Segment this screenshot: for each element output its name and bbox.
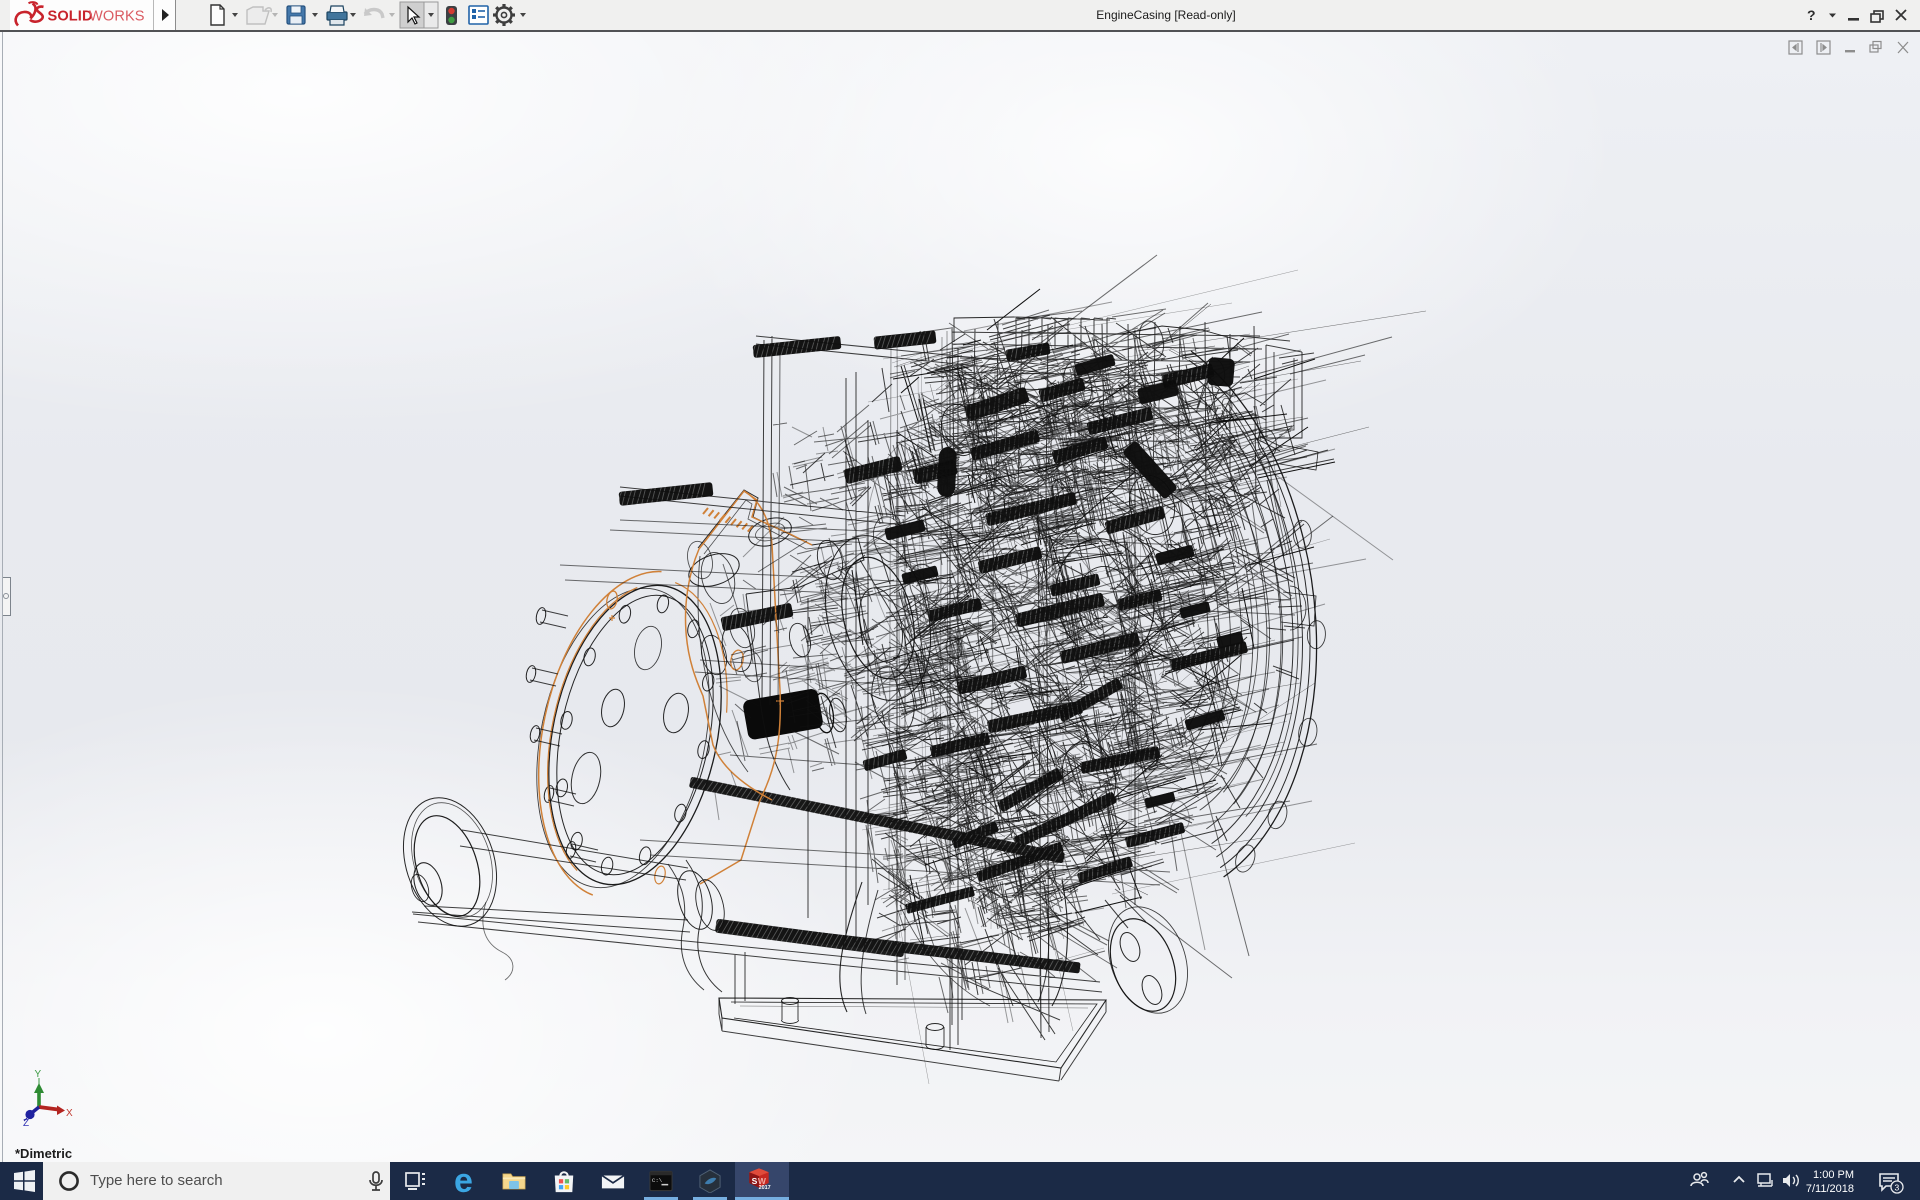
svg-text:2017: 2017 — [759, 1185, 771, 1190]
svg-text:SOLID: SOLID — [48, 9, 93, 25]
svg-text:S: S — [752, 1176, 758, 1186]
svg-text:3: 3 — [1895, 1183, 1900, 1193]
svg-text:C:\: C:\ — [652, 1177, 663, 1184]
svg-text:WORKS: WORKS — [89, 9, 145, 25]
svg-text:?: ? — [1807, 7, 1816, 23]
svg-text:W: W — [758, 1176, 767, 1186]
svg-text:Y: Y — [35, 1069, 42, 1080]
svg-text:X: X — [66, 1108, 73, 1119]
